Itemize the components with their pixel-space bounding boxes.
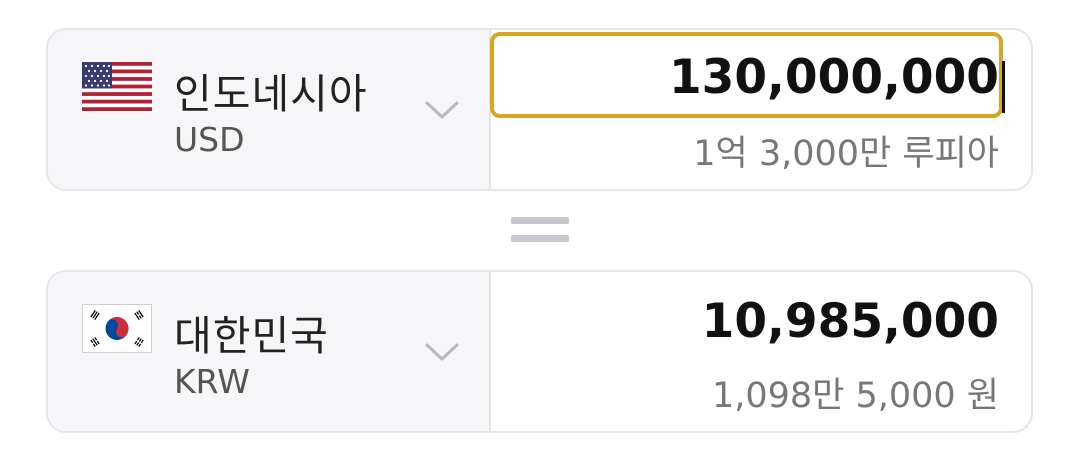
target-country-name: 대한민국 <box>174 312 329 360</box>
target-currency-code: KRW <box>174 362 250 401</box>
equals-icon <box>511 217 569 247</box>
source-currency-selector[interactable]: 인도네시아 USD <box>48 30 491 189</box>
target-amount-in-words: 1,098만 5,000 원 <box>711 376 999 416</box>
us-flag-icon <box>82 62 152 111</box>
text-caret <box>1002 61 1005 113</box>
chevron-down-icon[interactable] <box>425 100 459 120</box>
source-country-name: 인도네시아 <box>174 70 368 118</box>
kr-flag-icon <box>82 304 152 353</box>
source-amount-in-words: 1억 3,000만 루피아 <box>693 134 999 174</box>
source-currency-code: USD <box>174 120 245 159</box>
target-currency-card: 대한민국 KRW 10,985,000 1,098만 5,000 원 <box>46 270 1033 433</box>
source-currency-card: 인도네시아 USD 130,000,000 1억 3,000만 루피아 <box>46 28 1033 191</box>
source-amount-value[interactable]: 130,000,000 <box>669 50 999 105</box>
target-amount-value[interactable]: 10,985,000 <box>702 294 999 349</box>
chevron-down-icon[interactable] <box>425 342 459 362</box>
target-currency-selector[interactable]: 대한민국 KRW <box>48 272 491 431</box>
